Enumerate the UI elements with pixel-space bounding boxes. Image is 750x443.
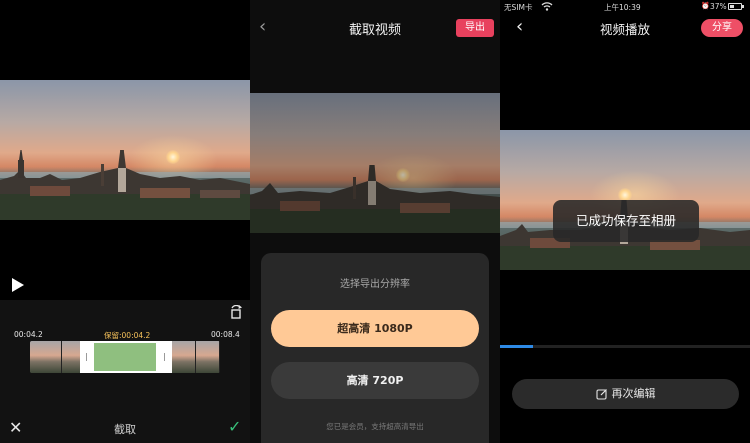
play-icon[interactable] xyxy=(12,278,24,292)
trim-title: 截取 xyxy=(114,423,136,436)
timeline-strip[interactable] xyxy=(30,341,220,373)
playback-screen: 无SIM卡 上午10:39 ⏰ 37% ‹ 视频播放 分享 已成功保存至相册 再… xyxy=(500,0,750,443)
share-button[interactable]: 分享 xyxy=(701,19,743,37)
reedit-button[interactable]: 再次编辑 xyxy=(512,379,739,409)
export-button[interactable]: 导出 xyxy=(456,19,494,37)
reedit-label: 再次编辑 xyxy=(611,387,656,400)
alarm-icon: ⏰ xyxy=(701,2,710,10)
resolution-1080p-button[interactable]: 超高清 1080P xyxy=(271,310,479,347)
start-time: 00:04.2 xyxy=(14,330,43,339)
resolution-720p-button[interactable]: 高清 720P xyxy=(271,362,479,399)
resolution-sheet: 选择导出分辨率 超高清 1080P 高清 720P 您已是会员，支持超高清导出 xyxy=(261,253,489,443)
trim-screen: 00:04.2 保留:00:04.2 00:08.4 ✕ 截取 ✓ xyxy=(0,0,250,443)
timeline-thumbnail xyxy=(196,341,220,373)
timeline-thumbnail xyxy=(172,341,196,373)
check-icon[interactable]: ✓ xyxy=(228,419,241,435)
clock: 上午10:39 xyxy=(604,3,641,12)
selected-range xyxy=(94,343,156,371)
carrier-status: 无SIM卡 xyxy=(504,3,533,12)
member-note: 您已是会员，支持超高清导出 xyxy=(326,422,424,431)
battery-icon xyxy=(728,3,744,10)
progress-fill xyxy=(500,345,533,348)
save-success-toast: 已成功保存至相册 xyxy=(553,200,699,242)
battery-percent: 37% xyxy=(710,2,727,11)
sheet-title: 选择导出分辨率 xyxy=(340,279,410,290)
export-screen: ‹ 截取视频 导出 选择导出分辨率 超高清 1080P 高清 720P 您已是会… xyxy=(250,0,500,443)
playback-progress[interactable] xyxy=(500,345,750,348)
rotate-icon[interactable] xyxy=(229,305,243,319)
timeline-thumbnail xyxy=(30,341,62,373)
video-preview[interactable] xyxy=(0,80,250,220)
trim-selection[interactable] xyxy=(80,341,172,373)
end-time: 00:08.4 xyxy=(211,330,240,339)
right-trim-handle[interactable] xyxy=(164,353,165,361)
edit-icon xyxy=(595,389,607,400)
video-preview xyxy=(250,93,500,233)
wifi-icon xyxy=(541,2,553,11)
left-trim-handle[interactable] xyxy=(86,353,87,361)
keep-duration: 保留:00:04.2 xyxy=(104,331,151,340)
